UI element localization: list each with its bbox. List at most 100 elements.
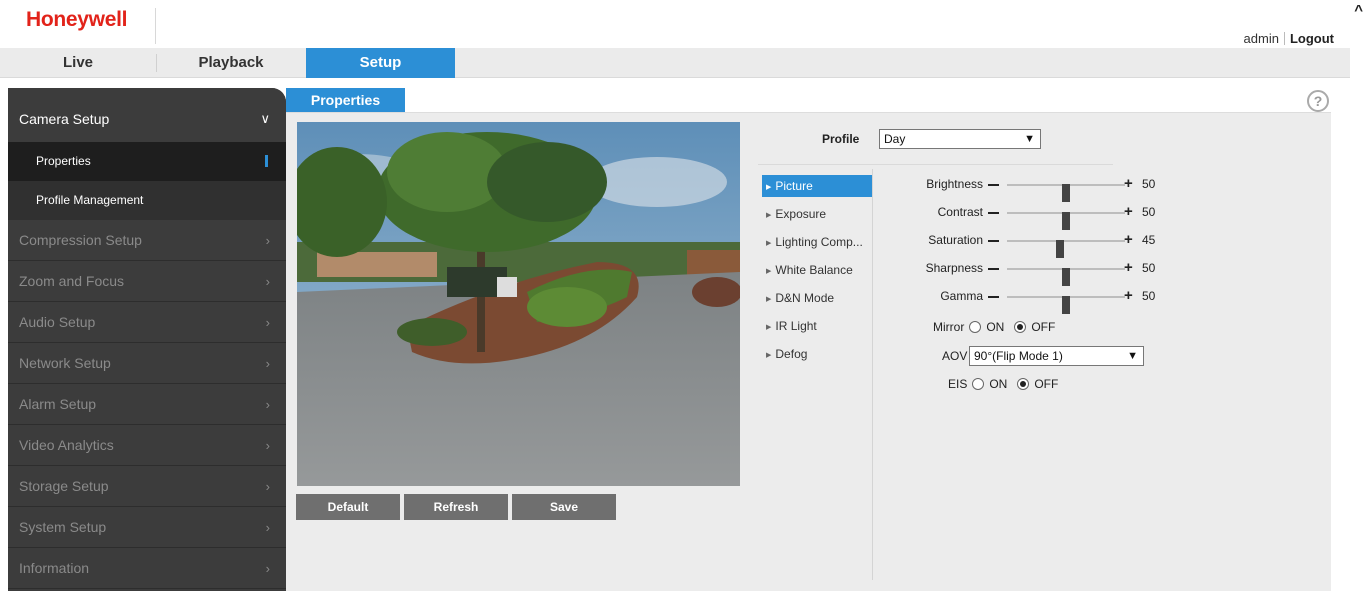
slider-value: 50 xyxy=(1142,289,1156,303)
subtab-lighting-comp[interactable]: ▶ Lighting Comp... xyxy=(762,231,872,253)
tab-live[interactable]: Live xyxy=(0,48,156,78)
sidebar-subitem-properties[interactable]: Properties xyxy=(8,142,286,181)
sidebar-item-system-setup[interactable]: System Setup › xyxy=(8,507,286,548)
plus-icon[interactable]: + xyxy=(1124,259,1133,276)
subtab-label: D&N Mode xyxy=(775,291,835,305)
slider-thumb[interactable] xyxy=(1056,240,1065,258)
subtab-ir-light[interactable]: ▶ IR Light xyxy=(762,315,872,337)
subtab-dn-mode[interactable]: ▶ D&N Mode xyxy=(762,287,872,309)
chevron-right-icon: › xyxy=(265,479,270,494)
slider-track[interactable] xyxy=(1007,240,1125,258)
sidebar-item-alarm-setup[interactable]: Alarm Setup › xyxy=(8,384,286,425)
sidebar-item-label: Camera Setup xyxy=(19,111,110,127)
plus-icon[interactable]: + xyxy=(1124,287,1133,304)
subtab-label: Exposure xyxy=(775,207,827,221)
slider-track[interactable] xyxy=(1007,296,1125,314)
properties-panel: Default Refresh Save Profile Day ▼ ▶ Pict… xyxy=(286,112,1331,591)
refresh-button[interactable]: Refresh xyxy=(404,494,508,520)
subtab-defog[interactable]: ▶ Defog xyxy=(762,343,872,365)
save-button[interactable]: Save xyxy=(512,494,616,520)
sidebar-item-audio-setup[interactable]: Audio Setup › xyxy=(8,302,286,343)
sidebar-subitem-label: Profile Management xyxy=(36,193,144,207)
eis-off-radio[interactable] xyxy=(1017,378,1030,390)
chevron-down-icon: ▼ xyxy=(1127,350,1138,362)
gamma-slider-row: Gamma + 50 xyxy=(886,287,1176,314)
active-marker xyxy=(265,155,268,167)
default-button[interactable]: Default xyxy=(296,494,400,520)
eis-off-label: OFF xyxy=(1034,377,1059,391)
slider-value: 50 xyxy=(1142,261,1156,275)
profile-select[interactable]: Day ▼ xyxy=(879,129,1041,149)
triangle-right-icon: ▶ xyxy=(766,240,772,247)
chevron-right-icon: › xyxy=(265,274,270,289)
triangle-right-icon: ▶ xyxy=(766,212,772,219)
sidebar-item-compression-setup[interactable]: Compression Setup › xyxy=(8,220,286,261)
sidebar-item-label: System Setup xyxy=(19,519,107,535)
subtab-divider xyxy=(872,169,873,580)
triangle-right-icon: ▶ xyxy=(766,268,772,275)
sidebar-item-network-setup[interactable]: Network Setup › xyxy=(8,343,286,384)
slider-label: Gamma xyxy=(940,289,983,303)
sidebar-subitem-label: Properties xyxy=(36,154,91,168)
sidebar-item-information[interactable]: Information › xyxy=(8,548,286,589)
minus-icon[interactable] xyxy=(988,268,999,270)
slider-thumb[interactable] xyxy=(1062,212,1070,230)
triangle-right-icon: ▶ xyxy=(766,296,772,303)
aov-select[interactable]: 90°(Flip Mode 1) ▼ xyxy=(969,346,1144,366)
slider-label: Contrast xyxy=(937,205,983,219)
minus-icon[interactable] xyxy=(988,296,999,298)
sidebar-item-video-analytics[interactable]: Video Analytics › xyxy=(8,425,286,466)
camera-preview-image xyxy=(297,122,740,486)
mirror-label: Mirror xyxy=(933,320,965,334)
slider-label: Sharpness xyxy=(925,261,983,275)
eis-on-radio[interactable] xyxy=(972,378,985,390)
slider-thumb[interactable] xyxy=(1062,296,1070,314)
subtab-label: White Balance xyxy=(775,263,853,277)
sidebar-item-zoom-and-focus[interactable]: Zoom and Focus › xyxy=(8,261,286,302)
sharpness-slider-row: Sharpness + 50 xyxy=(886,259,1176,286)
sidebar-item-label: Compression Setup xyxy=(19,232,142,248)
help-icon[interactable]: ? xyxy=(1307,90,1329,112)
sidebar-item-label: Network Setup xyxy=(19,355,111,371)
eis-on-label: ON xyxy=(989,377,1008,391)
tab-playback[interactable]: Playback xyxy=(156,48,306,78)
chevron-right-icon: › xyxy=(265,397,270,412)
chevron-down-icon: ∨ xyxy=(260,111,270,126)
chevron-right-icon: › xyxy=(265,520,270,535)
slider-thumb[interactable] xyxy=(1062,268,1070,286)
minus-icon[interactable] xyxy=(988,184,999,186)
scroll-up-icon[interactable]: ^ xyxy=(1354,2,1363,19)
subtab-label: IR Light xyxy=(775,319,817,333)
minus-icon[interactable] xyxy=(988,212,999,214)
slider-track[interactable] xyxy=(1007,184,1125,202)
mirror-on-radio[interactable] xyxy=(969,321,982,333)
subtab-picture[interactable]: ▶ Picture xyxy=(762,175,872,197)
slider-track[interactable] xyxy=(1007,212,1125,230)
sidebar-subitem-profile-management[interactable]: Profile Management xyxy=(8,181,286,220)
plus-icon[interactable]: + xyxy=(1124,231,1133,248)
logout-link[interactable]: Logout xyxy=(1290,31,1334,46)
chevron-right-icon: › xyxy=(265,561,270,576)
tab-properties[interactable]: Properties xyxy=(286,88,405,112)
settings-divider xyxy=(758,164,1113,165)
brightness-slider-row: Brightness + 50 xyxy=(886,175,1176,202)
slider-value: 50 xyxy=(1142,205,1156,219)
sidebar-item-label: Alarm Setup xyxy=(19,396,97,412)
triangle-right-icon: ▶ xyxy=(766,184,772,191)
camera-preview xyxy=(297,122,740,486)
sidebar-item-storage-setup[interactable]: Storage Setup › xyxy=(8,466,286,507)
tab-setup[interactable]: Setup xyxy=(306,48,455,78)
subtab-white-balance[interactable]: ▶ White Balance xyxy=(762,259,872,281)
sidebar-item-camera-setup[interactable]: Camera Setup ∨ xyxy=(8,88,286,142)
minus-icon[interactable] xyxy=(988,240,999,242)
eis-label: EIS xyxy=(948,377,968,391)
mirror-off-radio[interactable] xyxy=(1014,321,1027,333)
slider-track[interactable] xyxy=(1007,268,1125,286)
plus-icon[interactable]: + xyxy=(1124,203,1133,220)
aov-select-value: 90°(Flip Mode 1) xyxy=(974,349,1063,363)
slider-thumb[interactable] xyxy=(1062,184,1070,202)
plus-icon[interactable]: + xyxy=(1124,175,1133,192)
triangle-right-icon: ▶ xyxy=(766,324,772,331)
right-gutter xyxy=(1331,88,1367,591)
subtab-exposure[interactable]: ▶ Exposure xyxy=(762,203,872,225)
